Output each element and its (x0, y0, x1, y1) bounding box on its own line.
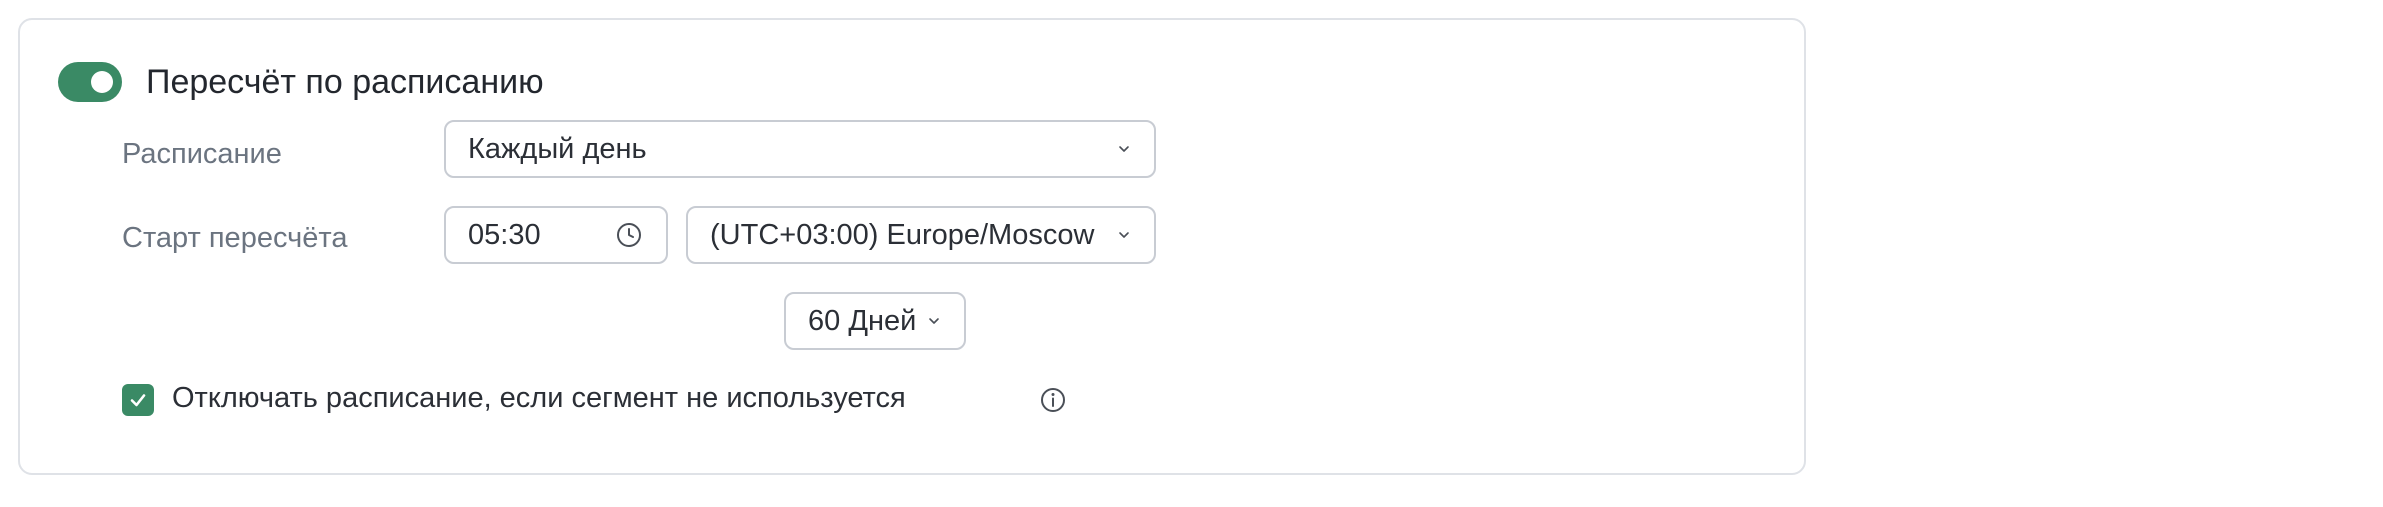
start-time-value: 05:30 (468, 218, 541, 251)
section-title: Пересчёт по расписанию (146, 62, 544, 101)
disable-schedule-label: Отключать расписание, если сегмент не ис… (172, 382, 906, 414)
schedule-toggle[interactable] (58, 62, 122, 102)
check-icon (130, 394, 146, 407)
start-label: Старт пересчёта (122, 222, 348, 254)
clock-icon (617, 223, 641, 247)
schedule-card: Пересчёт по расписанию Расписание Каждый… (18, 18, 1806, 475)
chevron-down-icon (1119, 232, 1129, 238)
info-icon[interactable] (1038, 385, 1068, 415)
chevron-down-icon (1119, 146, 1129, 152)
inactive-period-value: 60 Дней (808, 304, 917, 337)
disable-schedule-checkbox[interactable] (122, 384, 154, 416)
start-time-input[interactable]: 05:30 (444, 206, 668, 264)
chevron-down-icon (929, 318, 939, 324)
schedule-select[interactable]: Каждый день (444, 120, 1156, 178)
timezone-select-value: (UTC+03:00) Europe/Moscow (710, 218, 1095, 251)
inactive-period-select[interactable]: 60 Дней (784, 292, 966, 350)
schedule-label: Расписание (122, 138, 282, 170)
section-header: Пересчёт по расписанию (58, 62, 544, 102)
toggle-knob (91, 71, 113, 93)
schedule-select-value: Каждый день (468, 132, 647, 165)
timezone-select[interactable]: (UTC+03:00) Europe/Moscow (686, 206, 1156, 264)
